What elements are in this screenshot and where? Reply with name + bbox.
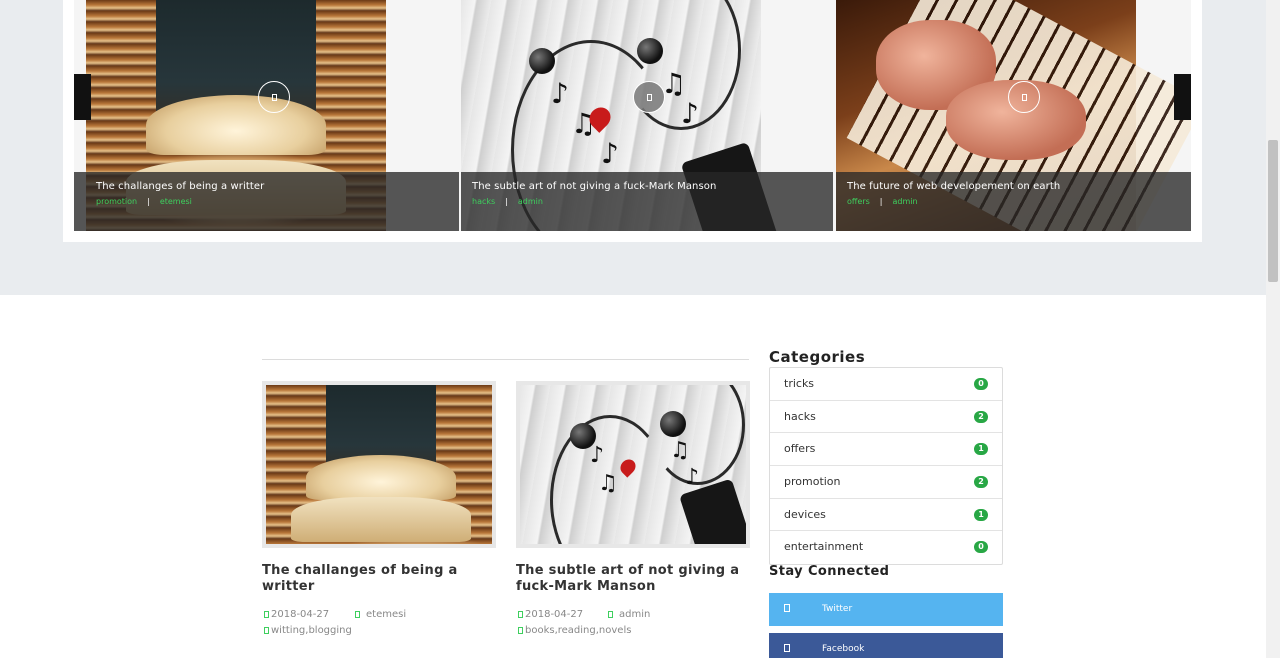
slide-meta: promotion | etemesi bbox=[96, 197, 192, 206]
facebook-label: Facebook bbox=[822, 644, 865, 654]
play-icon[interactable] bbox=[258, 81, 290, 113]
chevron-right-icon[interactable] bbox=[1174, 74, 1191, 120]
slide-card[interactable]: ♪ ♫ ♫ ♪ ♪ The subtle art of not giving a… bbox=[461, 0, 833, 231]
facebook-icon bbox=[784, 644, 790, 652]
category-count-badge: 1 bbox=[974, 443, 988, 456]
category-label: devices bbox=[784, 507, 826, 521]
play-icon[interactable] bbox=[633, 81, 665, 113]
category-item-entertainment[interactable]: entertainment 0 bbox=[770, 531, 1002, 564]
slide-author[interactable]: etemesi bbox=[160, 197, 192, 206]
post-thumbnail[interactable] bbox=[262, 381, 496, 548]
category-count-badge: 0 bbox=[974, 541, 988, 554]
tag-icon bbox=[264, 627, 269, 634]
category-item-offers[interactable]: offers 1 bbox=[770, 433, 1002, 467]
user-icon bbox=[608, 611, 613, 618]
category-label: hacks bbox=[784, 409, 816, 423]
meta-separator: | bbox=[879, 197, 883, 206]
page-scrollbar[interactable] bbox=[1266, 0, 1280, 658]
post-date: 2018-04-27 bbox=[518, 609, 583, 620]
post-date: 2018-04-27 bbox=[264, 609, 329, 620]
facebook-button[interactable]: Facebook bbox=[769, 633, 1003, 658]
category-count-badge: 2 bbox=[974, 476, 988, 489]
category-item-tricks[interactable]: tricks 0 bbox=[770, 368, 1002, 401]
categories-title: Categories bbox=[769, 348, 866, 366]
categories-list: tricks 0 hacks 2 offers 1 promotion 2 de… bbox=[769, 367, 1003, 566]
category-item-devices[interactable]: devices 1 bbox=[770, 499, 1002, 532]
post-tags[interactable]: books,reading,novels bbox=[518, 625, 631, 636]
post-tags[interactable]: witting,blogging bbox=[264, 625, 352, 636]
slide-card[interactable]: The future of web developement on earth … bbox=[836, 0, 1191, 231]
twitter-button[interactable]: Twitter bbox=[769, 593, 1003, 626]
slide-author[interactable]: admin bbox=[518, 197, 543, 206]
slide-meta: hacks | admin bbox=[472, 197, 543, 206]
slide-title[interactable]: The future of web developement on earth bbox=[847, 181, 1060, 192]
slide-category[interactable]: hacks bbox=[472, 197, 495, 206]
post-image-books bbox=[266, 385, 492, 544]
scrollbar-thumb[interactable] bbox=[1268, 140, 1278, 282]
category-item-hacks[interactable]: hacks 2 bbox=[770, 401, 1002, 434]
category-item-promotion[interactable]: promotion 2 bbox=[770, 466, 1002, 499]
category-count-badge: 2 bbox=[974, 410, 988, 423]
slider-track: The challanges of being a writter promot… bbox=[74, 0, 1191, 231]
post-title[interactable]: The subtle art of not giving a fuck-Mark… bbox=[516, 563, 750, 594]
calendar-icon bbox=[264, 611, 269, 618]
category-count-badge: 0 bbox=[974, 378, 988, 390]
meta-separator: | bbox=[505, 197, 508, 206]
slide-meta: offers | admin bbox=[847, 197, 918, 206]
slide-category[interactable]: offers bbox=[847, 197, 870, 206]
calendar-icon bbox=[518, 611, 523, 618]
post-title[interactable]: The challanges of being a writter bbox=[262, 563, 496, 594]
slide-title[interactable]: The challanges of being a writter bbox=[96, 181, 264, 192]
post-author[interactable]: etemesi bbox=[355, 609, 406, 620]
meta-separator: | bbox=[147, 197, 150, 206]
category-label: offers bbox=[784, 442, 816, 456]
category-count-badge: 1 bbox=[974, 508, 988, 521]
category-label: entertainment bbox=[784, 540, 864, 554]
stay-connected-title: Stay Connected bbox=[769, 564, 890, 579]
chevron-left-icon[interactable] bbox=[74, 74, 91, 120]
category-label: promotion bbox=[784, 475, 841, 489]
slide-title[interactable]: The subtle art of not giving a fuck-Mark… bbox=[472, 181, 716, 192]
post-thumbnail[interactable]: ♪ ♫ ♫ ♪ bbox=[516, 381, 750, 548]
slide-category[interactable]: promotion bbox=[96, 197, 137, 206]
slide-author[interactable]: admin bbox=[893, 197, 918, 206]
twitter-icon bbox=[784, 604, 790, 612]
tag-icon bbox=[518, 627, 523, 634]
user-icon bbox=[355, 611, 360, 618]
post-image-earphones: ♪ ♫ ♫ ♪ bbox=[520, 385, 746, 544]
play-icon[interactable] bbox=[1008, 81, 1040, 113]
twitter-label: Twitter bbox=[822, 604, 853, 614]
post-author[interactable]: admin bbox=[608, 609, 650, 620]
category-label: tricks bbox=[784, 377, 815, 390]
slide-card[interactable]: The challanges of being a writter promot… bbox=[74, 0, 459, 231]
section-divider bbox=[262, 359, 749, 360]
